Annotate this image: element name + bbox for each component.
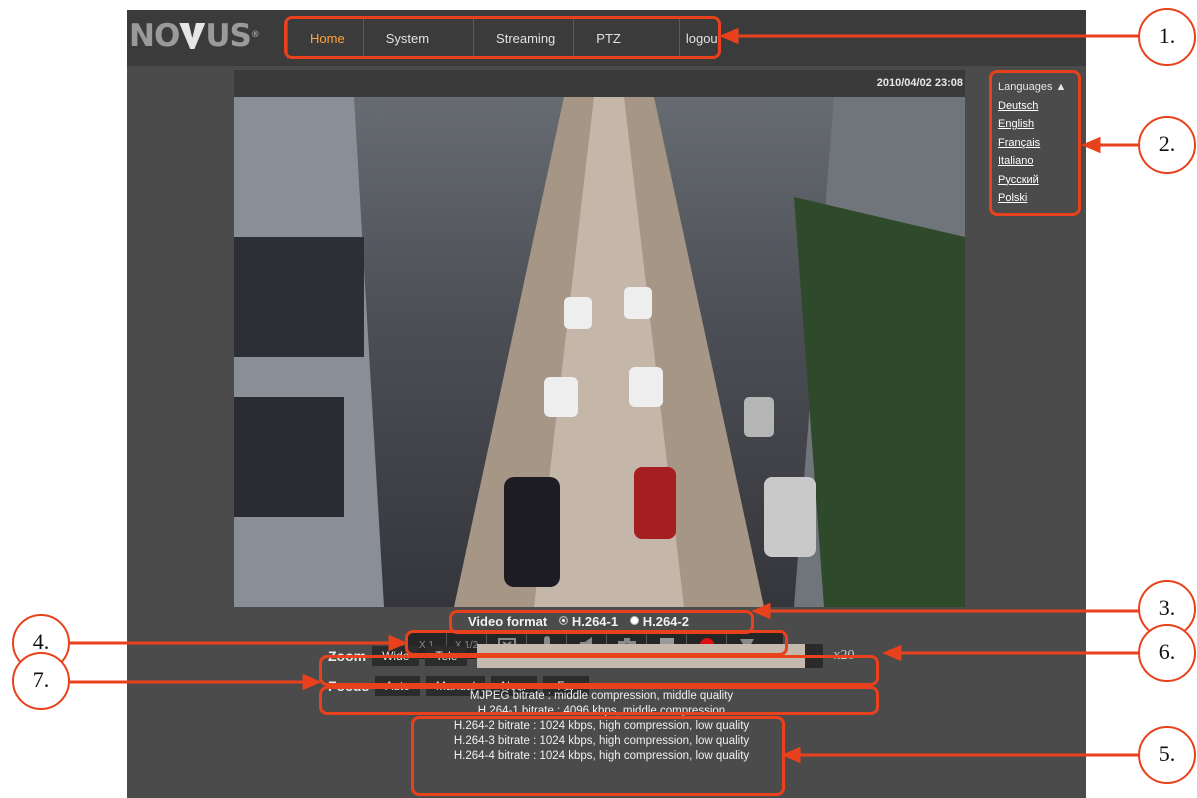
callout-arrows: [70, 27, 1140, 764]
callout-number-1: 1.: [1138, 8, 1196, 66]
callout-number-6: 6.: [1138, 624, 1196, 682]
callout-number-2: 2.: [1138, 116, 1196, 174]
callout-number-7: 7.: [12, 652, 70, 710]
callout-number-5: 5.: [1138, 726, 1196, 784]
